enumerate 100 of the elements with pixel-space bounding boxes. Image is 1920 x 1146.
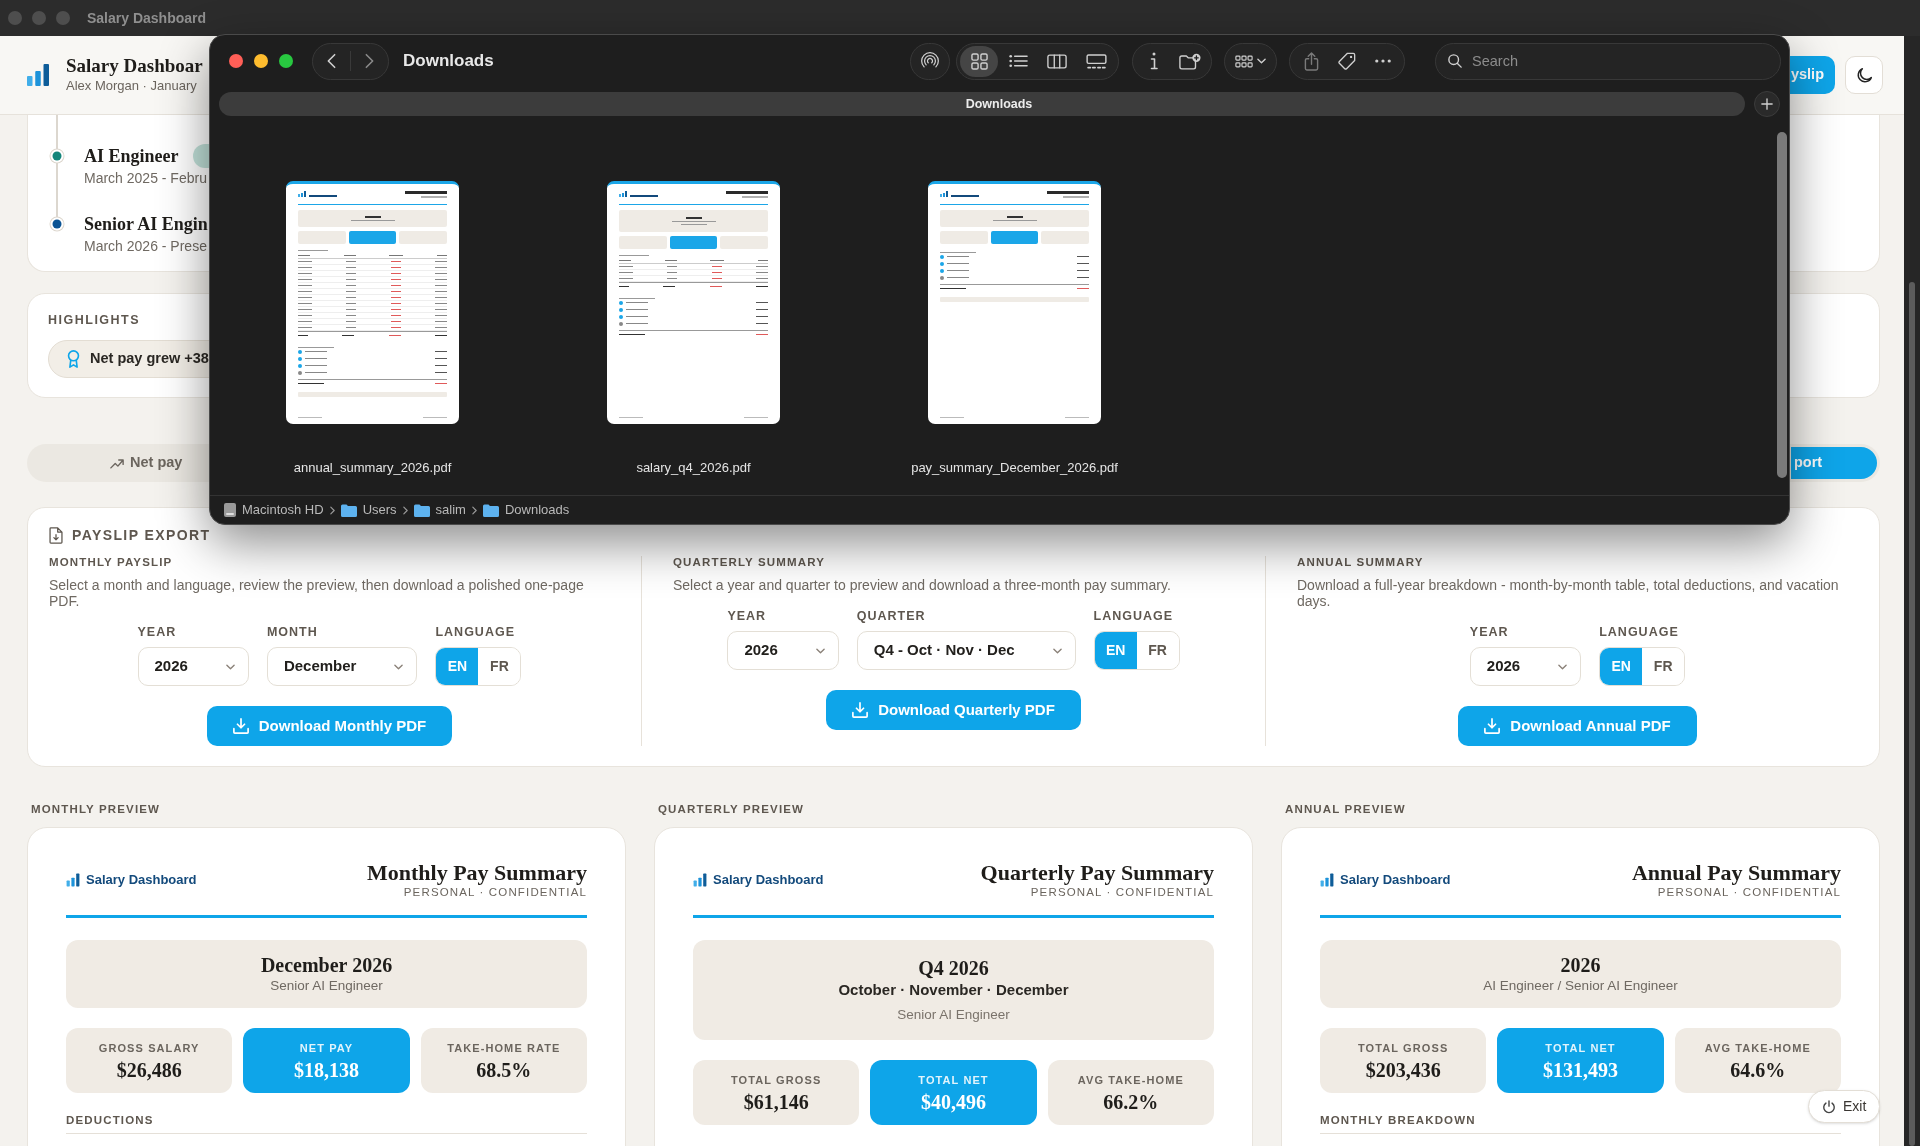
field-label: LANGUAGE <box>1599 625 1679 639</box>
chevron-right-icon <box>471 505 477 515</box>
dark-mode-button[interactable] <box>1845 56 1883 94</box>
chevron-down-icon <box>1052 647 1062 654</box>
stat-label: TOTAL NET <box>918 1074 989 1087</box>
chevron-down-icon <box>1257 58 1266 64</box>
tab[interactable]: Net pay <box>30 447 206 479</box>
folder-icon <box>413 503 430 517</box>
section-heading: HIGHLIGHTS <box>48 313 141 327</box>
stat-label: TOTAL NET <box>1545 1042 1616 1055</box>
download-icon <box>1484 718 1501 734</box>
job-title: Senior AI Engin <box>84 213 208 236</box>
stat-label: TOTAL GROSS <box>1358 1042 1449 1055</box>
chevron-down-icon <box>1558 663 1568 670</box>
field-label: QUARTER <box>856 609 926 623</box>
bar-chart-logo-icon <box>1320 872 1334 887</box>
file-name[interactable]: salary_q4_2026.pdf <box>636 460 751 476</box>
grid-icon <box>970 52 988 70</box>
stat-value: $203,436 <box>1365 1059 1441 1081</box>
scrollbar-thumb[interactable] <box>1909 282 1915 1146</box>
stat-label: NET PAY <box>299 1042 354 1055</box>
chevron-right-icon <box>329 505 335 515</box>
file-name[interactable]: annual_summary_2026.pdf <box>293 460 452 476</box>
download-icon <box>852 702 869 718</box>
share-icon <box>1303 51 1319 71</box>
columns-icon <box>1047 53 1067 69</box>
stat-label: AVG TAKE-HOME <box>1077 1074 1184 1087</box>
document-title: Quarterly Pay Summary <box>980 860 1214 886</box>
finder-tab[interactable]: Downloads <box>219 92 1745 116</box>
exit-button[interactable]: Exit <box>1808 1090 1881 1123</box>
path-item[interactable]: Macintosh HD <box>224 500 324 520</box>
field-label: LANGUAGE <box>435 625 515 639</box>
job-dates: March 2026 - Prese <box>84 237 208 256</box>
airdrop-button[interactable] <box>910 42 950 80</box>
stat-label: TAKE-HOME RATE <box>447 1042 561 1055</box>
zoom-button[interactable] <box>279 54 293 68</box>
dropdown-select[interactable]: 2026 <box>727 631 839 670</box>
close-button[interactable] <box>229 54 243 68</box>
more-icon <box>1375 59 1391 63</box>
file-name[interactable]: pay_summary_December_2026.pdf <box>911 460 1118 476</box>
window-title: Salary Dashboard <box>87 8 207 28</box>
new-tab-button[interactable] <box>1754 91 1780 117</box>
period-title: 2026 <box>1560 953 1601 977</box>
stat-label: AVG TAKE-HOME <box>1704 1042 1811 1055</box>
period-months: October · November · December <box>838 980 1069 1000</box>
section-description: Download a full-year breakdown - month-by-month table, total deductions, and vacation days. <box>1297 577 1840 609</box>
section-label: MONTHLY PREVIEW <box>31 803 161 815</box>
plus-icon <box>1761 98 1773 110</box>
field-label: YEAR <box>137 625 177 639</box>
document-title: Annual Pay Summary <box>1631 860 1841 886</box>
section-label: QUARTERLY PREVIEW <box>658 803 805 815</box>
user-subtitle: Alex Morgan · January <box>66 77 198 95</box>
document-page-drawing[interactable] <box>607 181 780 424</box>
field-label: YEAR <box>1469 625 1509 639</box>
stat-value: 64.6% <box>1730 1059 1786 1081</box>
period-title: Q4 2026 <box>918 956 989 980</box>
section-title: QUARTERLY SUMMARY <box>673 556 827 569</box>
stat-label: TOTAL GROSS <box>731 1074 822 1087</box>
minimize-button[interactable] <box>254 54 268 68</box>
section-description: Select a month and language, review the preview, then download a polished one-page PDF. <box>49 577 585 609</box>
chevron-right-icon <box>402 505 408 515</box>
document-page-drawing[interactable] <box>928 181 1101 424</box>
section-label: ANNUAL PREVIEW <box>1285 803 1406 815</box>
document-subtitle: PERSONAL · CONFIDENTIAL <box>1657 886 1841 899</box>
trend-up-icon <box>110 457 124 469</box>
card-title: PAYSLIP EXPORT <box>72 526 211 545</box>
period-title: December 2026 <box>260 953 393 977</box>
bar-chart-logo-icon <box>66 872 80 887</box>
path-item[interactable]: Users <box>340 500 397 520</box>
field-label: YEAR <box>727 609 767 623</box>
chevron-down-icon <box>225 663 235 670</box>
dropdown-select[interactable]: 2026 <box>1469 647 1582 686</box>
app-title: Salary Dashboar <box>66 55 203 77</box>
stat-value: $40,496 <box>921 1091 986 1113</box>
period-role: Senior AI Engineer <box>897 1006 1010 1024</box>
award-icon <box>67 350 80 368</box>
list-icon <box>1008 54 1028 68</box>
download-icon <box>232 718 249 734</box>
dropdown-select[interactable]: 2026 <box>137 647 249 686</box>
job-dates: March 2025 - Febru <box>84 169 208 188</box>
folder-icon <box>340 503 357 517</box>
stat-value: 68.5% <box>476 1059 532 1081</box>
period-role: Senior AI Engineer <box>270 977 383 995</box>
group-by-button[interactable] <box>1224 42 1277 80</box>
search-field[interactable]: Search <box>1435 42 1781 80</box>
stat-value: $61,146 <box>743 1091 809 1113</box>
chevron-right-icon <box>365 53 374 69</box>
path-item[interactable]: Downloads <box>482 500 570 520</box>
scrollbar-thumb[interactable] <box>1777 132 1787 478</box>
document-page-drawing[interactable] <box>286 181 459 424</box>
dropdown-select[interactable]: Q4 - Oct · Nov · Dec <box>856 631 1076 670</box>
view-mode-button[interactable] <box>960 45 998 77</box>
path-item[interactable]: salim <box>413 500 466 520</box>
dropdown-select[interactable]: December <box>266 647 418 686</box>
stat-value: $18,138 <box>294 1059 359 1081</box>
brand-name: Salary Dashboard <box>1340 870 1451 889</box>
bar-chart-logo-icon <box>693 872 707 887</box>
section-title: MONTHLY PAYSLIP <box>49 556 174 569</box>
folder-icon <box>482 503 499 517</box>
stat-value: $131,493 <box>1543 1059 1618 1081</box>
